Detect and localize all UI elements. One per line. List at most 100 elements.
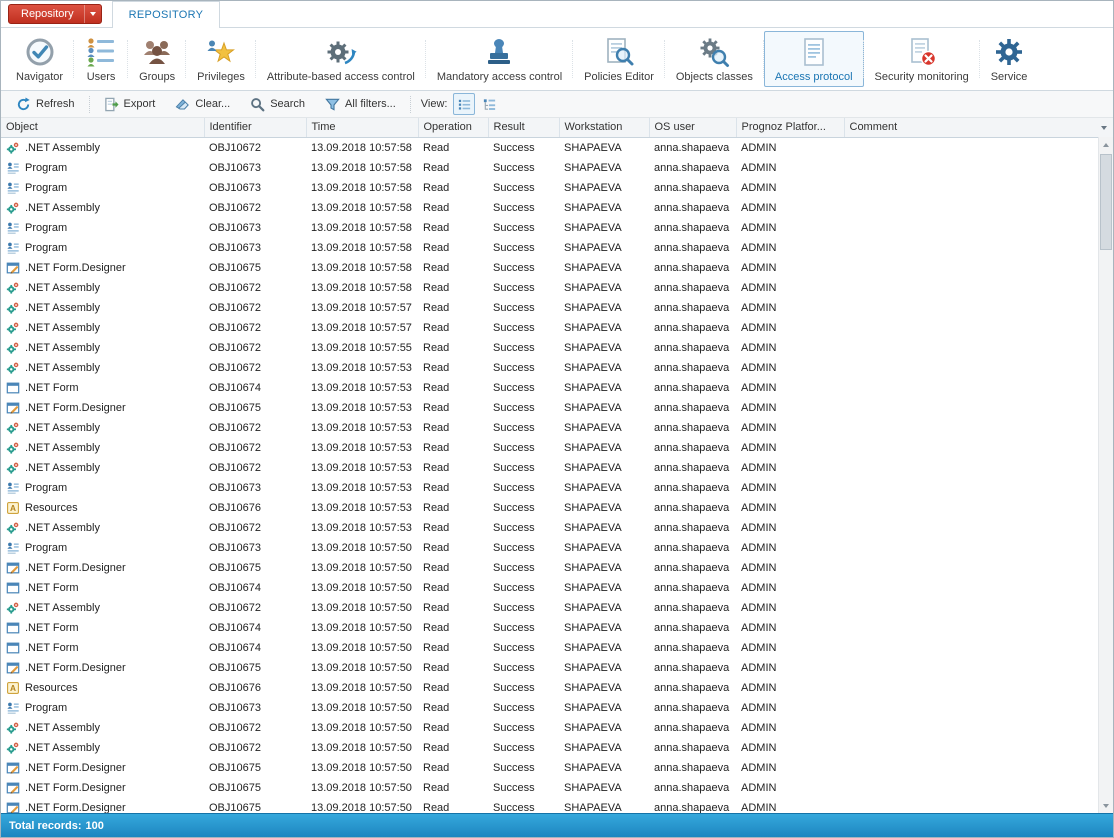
ribbon-item-access-protocol[interactable]: Access protocol	[764, 31, 864, 87]
table-row[interactable]: .NET Form.DesignerOBJ1067513.09.2018 10:…	[1, 398, 1113, 418]
result-cell: Success	[488, 598, 559, 618]
all-filters-button[interactable]: All filters...	[315, 93, 406, 115]
os-user-cell: anna.shapaeva	[649, 778, 736, 798]
table-row[interactable]: ProgramOBJ1067313.09.2018 10:57:50ReadSu…	[1, 538, 1113, 558]
table-row[interactable]: AResourcesOBJ1067613.09.2018 10:57:53Rea…	[1, 498, 1113, 518]
comment-cell	[844, 398, 1113, 418]
table-row[interactable]: .NET FormOBJ1067413.09.2018 10:57:50Read…	[1, 578, 1113, 598]
platform-user-cell: ADMIN	[736, 218, 844, 238]
vertical-scrollbar[interactable]	[1098, 137, 1113, 813]
os-user-cell: anna.shapaeva	[649, 678, 736, 698]
column-header-os-user[interactable]: OS user	[649, 118, 736, 137]
ribbon-item-policies-editor[interactable]: Policies Editor	[573, 31, 665, 87]
ribbon-item-mandatory-access-control[interactable]: Mandatory access control	[426, 31, 573, 87]
table-row[interactable]: .NET AssemblyOBJ1067213.09.2018 10:57:53…	[1, 358, 1113, 378]
table-row[interactable]: .NET FormOBJ1067413.09.2018 10:57:53Read…	[1, 378, 1113, 398]
ribbon-item-users[interactable]: Users	[74, 31, 128, 87]
comment-cell	[844, 518, 1113, 538]
ribbon-item-service[interactable]: Service	[980, 31, 1039, 87]
view-tree-button[interactable]	[478, 93, 500, 115]
refresh-button[interactable]: Refresh	[6, 93, 85, 115]
table-row[interactable]: ProgramOBJ1067313.09.2018 10:57:58ReadSu…	[1, 178, 1113, 198]
time-cell: 13.09.2018 10:57:53	[306, 418, 418, 438]
column-header-time[interactable]: Time	[306, 118, 418, 137]
table-row[interactable]: .NET AssemblyOBJ1067213.09.2018 10:57:58…	[1, 278, 1113, 298]
table-row[interactable]: .NET AssemblyOBJ1067213.09.2018 10:57:50…	[1, 738, 1113, 758]
scrollbar-thumb[interactable]	[1100, 154, 1112, 250]
table-row[interactable]: .NET AssemblyOBJ1067213.09.2018 10:57:57…	[1, 318, 1113, 338]
os-user-cell: anna.shapaeva	[649, 298, 736, 318]
table-row[interactable]: .NET AssemblyOBJ1067213.09.2018 10:57:57…	[1, 298, 1113, 318]
result-cell: Success	[488, 338, 559, 358]
object-name: .NET Assembly	[25, 282, 100, 294]
result-cell: Success	[488, 758, 559, 778]
scroll-up-button[interactable]	[1099, 137, 1113, 152]
time-cell: 13.09.2018 10:57:50	[306, 578, 418, 598]
tab-repository[interactable]: REPOSITORY	[112, 1, 221, 28]
identifier-cell: OBJ10676	[204, 678, 306, 698]
table-row[interactable]: ProgramOBJ1067313.09.2018 10:57:58ReadSu…	[1, 158, 1113, 178]
identifier-cell: OBJ10672	[204, 718, 306, 738]
column-chooser-button[interactable]	[1098, 121, 1110, 134]
ribbon-item-navigator[interactable]: Navigator	[5, 31, 74, 87]
result-cell: Success	[488, 478, 559, 498]
table-row[interactable]: ProgramOBJ1067313.09.2018 10:57:50ReadSu…	[1, 698, 1113, 718]
table-row[interactable]: .NET FormOBJ1067413.09.2018 10:57:50Read…	[1, 638, 1113, 658]
ribbon-item-privileges[interactable]: Privileges	[186, 31, 256, 87]
repository-menu-button[interactable]: Repository	[8, 4, 102, 24]
table-row[interactable]: .NET Form.DesignerOBJ1067513.09.2018 10:…	[1, 778, 1113, 798]
operation-cell: Read	[418, 278, 488, 298]
object-cell: Program	[1, 698, 204, 718]
table-row[interactable]: .NET AssemblyOBJ1067213.09.2018 10:57:53…	[1, 418, 1113, 438]
table-row[interactable]: .NET FormOBJ1067413.09.2018 10:57:50Read…	[1, 618, 1113, 638]
column-header-workstation[interactable]: Workstation	[559, 118, 649, 137]
table-row[interactable]: AResourcesOBJ1067613.09.2018 10:57:50Rea…	[1, 678, 1113, 698]
table-row[interactable]: .NET AssemblyOBJ1067213.09.2018 10:57:53…	[1, 518, 1113, 538]
table-row[interactable]: .NET Form.DesignerOBJ1067513.09.2018 10:…	[1, 658, 1113, 678]
view-list-button[interactable]	[453, 93, 475, 115]
search-button[interactable]: Search	[240, 93, 315, 115]
column-header-operation[interactable]: Operation	[418, 118, 488, 137]
os-user-cell: anna.shapaeva	[649, 698, 736, 718]
table-row[interactable]: .NET AssemblyOBJ1067213.09.2018 10:57:55…	[1, 338, 1113, 358]
table-row[interactable]: .NET AssemblyOBJ1067213.09.2018 10:57:53…	[1, 458, 1113, 478]
result-cell: Success	[488, 158, 559, 178]
table-row[interactable]: ProgramOBJ1067313.09.2018 10:57:53ReadSu…	[1, 478, 1113, 498]
chevron-down-icon	[84, 5, 101, 23]
table-row[interactable]: .NET AssemblyOBJ1067213.09.2018 10:57:53…	[1, 438, 1113, 458]
operation-cell: Read	[418, 178, 488, 198]
table-row[interactable]: ProgramOBJ1067313.09.2018 10:57:58ReadSu…	[1, 238, 1113, 258]
result-cell: Success	[488, 258, 559, 278]
platform-user-cell: ADMIN	[736, 198, 844, 218]
column-header-prognoz-platfor[interactable]: Prognoz Platfor...	[736, 118, 844, 137]
column-header-comment[interactable]: Comment	[844, 118, 1113, 137]
object-cell: .NET Assembly	[1, 338, 204, 358]
column-header-result[interactable]: Result	[488, 118, 559, 137]
column-header-identifier[interactable]: Identifier	[204, 118, 306, 137]
export-button[interactable]: Export	[94, 93, 166, 115]
column-header-object[interactable]: Object	[1, 118, 204, 137]
table-row[interactable]: .NET AssemblyOBJ1067213.09.2018 10:57:50…	[1, 598, 1113, 618]
identifier-cell: OBJ10672	[204, 338, 306, 358]
platform-user-cell: ADMIN	[736, 498, 844, 518]
table-row[interactable]: .NET Form.DesignerOBJ1067513.09.2018 10:…	[1, 758, 1113, 778]
operation-cell: Read	[418, 258, 488, 278]
table-row[interactable]: .NET AssemblyOBJ1067213.09.2018 10:57:58…	[1, 137, 1113, 158]
workstation-cell: SHAPAEVA	[559, 638, 649, 658]
scroll-down-button[interactable]	[1099, 798, 1113, 813]
clear-button[interactable]: Clear...	[165, 93, 240, 115]
ribbon-item-security-monitoring[interactable]: Security monitoring	[864, 31, 980, 87]
ribbon-item-groups[interactable]: Groups	[128, 31, 186, 87]
object-cell: .NET Assembly	[1, 298, 204, 318]
table-row[interactable]: ProgramOBJ1067313.09.2018 10:57:58ReadSu…	[1, 218, 1113, 238]
object-name: .NET Assembly	[25, 522, 100, 534]
table-row[interactable]: .NET AssemblyOBJ1067213.09.2018 10:57:58…	[1, 198, 1113, 218]
ribbon-item-objects-classes[interactable]: Objects classes	[665, 31, 764, 87]
table-row[interactable]: .NET Form.DesignerOBJ1067513.09.2018 10:…	[1, 558, 1113, 578]
table-row[interactable]: .NET Form.DesignerOBJ1067513.09.2018 10:…	[1, 798, 1113, 814]
identifier-cell: OBJ10673	[204, 178, 306, 198]
platform-user-cell: ADMIN	[736, 798, 844, 814]
table-row[interactable]: .NET Form.DesignerOBJ1067513.09.2018 10:…	[1, 258, 1113, 278]
ribbon-item-attribute-based-access-control[interactable]: Attribute-based access control	[256, 31, 426, 87]
table-row[interactable]: .NET AssemblyOBJ1067213.09.2018 10:57:50…	[1, 718, 1113, 738]
